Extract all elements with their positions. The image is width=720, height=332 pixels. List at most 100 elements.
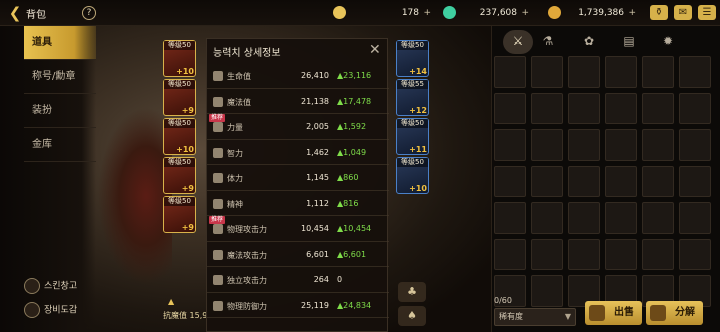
currency-gem-add-button[interactable]: +: [521, 5, 529, 21]
sidebar-tab-vault[interactable]: 金库: [24, 128, 96, 162]
inventory-slot[interactable]: [642, 56, 674, 88]
equip-slot[interactable]: 等级50 +10: [163, 118, 196, 155]
equip-slot[interactable]: 等级50 +14: [396, 40, 429, 77]
inventory-slot[interactable]: [605, 129, 637, 161]
inventory-slot[interactable]: [605, 202, 637, 234]
inventory-slot[interactable]: [679, 56, 711, 88]
inventory-slot[interactable]: [568, 238, 600, 270]
inventory-slot[interactable]: [679, 202, 711, 234]
close-icon[interactable]: ✕: [369, 42, 381, 58]
equip-slot[interactable]: 等级50 +11: [396, 118, 429, 155]
stat-name: 力量: [227, 123, 243, 132]
inventory-grid: [494, 56, 714, 307]
sidebar-tab-costume[interactable]: 装扮: [24, 94, 96, 128]
sidebar-tab-label: 道具: [32, 37, 52, 48]
sidebar-tab-titles[interactable]: 称号/勳章: [24, 60, 96, 94]
stat-row: 推荐 物理攻击力 10,454 ▲10,454: [207, 216, 389, 242]
sort-dropdown[interactable]: 稀有度 ▼: [494, 308, 576, 326]
chevron-down-icon: ▼: [564, 312, 571, 321]
slot-level: 等级50: [164, 80, 195, 89]
equip-slot[interactable]: 等级55 +12: [396, 79, 429, 116]
stat-name: 魔法攻击力: [227, 250, 267, 260]
stat-increase: ▲1,592: [337, 122, 367, 131]
inventory-slot[interactable]: [568, 56, 600, 88]
inventory-slot[interactable]: [605, 56, 637, 88]
sidebar-tab-label: 称号/勳章: [32, 71, 76, 82]
skin-storage-link[interactable]: 스킨창고: [24, 278, 77, 295]
stat-name: 精神: [227, 199, 243, 209]
inventory-slot[interactable]: [568, 202, 600, 234]
skin-storage-label: 스킨창고: [44, 281, 78, 292]
stat-value: 25,119: [301, 300, 329, 310]
inventory-slot[interactable]: [642, 238, 674, 270]
slot-enhance: +12: [409, 106, 427, 115]
treasure-pot-icon[interactable]: ⚱: [650, 5, 668, 20]
equip-slot[interactable]: 等级50 +9: [163, 196, 196, 233]
inventory-slot[interactable]: [531, 129, 563, 161]
stat-value: 10,454: [301, 224, 329, 233]
strength-icon: [213, 122, 223, 132]
inventory-slot[interactable]: [531, 238, 563, 270]
currency-gold-add-button[interactable]: +: [628, 5, 636, 21]
spirit-icon: [213, 198, 223, 209]
intelligence-icon: [213, 147, 223, 158]
sell-button[interactable]: 出售: [585, 301, 642, 325]
currency-c-add-button[interactable]: +: [423, 5, 431, 21]
inventory-slot[interactable]: [679, 92, 711, 124]
currency-gem-value: 237,608: [479, 8, 517, 18]
expand-up-icon[interactable]: ▲: [168, 297, 174, 306]
stat-name: 物理防御力: [227, 301, 267, 311]
cards-icon[interactable]: ▤: [620, 32, 638, 50]
green-gem-icon: [443, 6, 456, 19]
inventory-slot[interactable]: [642, 129, 674, 161]
equip-slot[interactable]: 等级50 +9: [163, 157, 196, 194]
sidebar-tab-items[interactable]: 道具: [24, 26, 96, 60]
inventory-slot[interactable]: [642, 202, 674, 234]
inventory-slot[interactable]: [531, 92, 563, 124]
stat-row: 魔法值 21,138 ▲17,478: [207, 90, 389, 114]
inventory-slot[interactable]: [531, 275, 563, 307]
inventory-slot[interactable]: [531, 202, 563, 234]
potion-icon[interactable]: ⚗: [539, 32, 557, 50]
inventory-slot[interactable]: [531, 165, 563, 197]
inventory-slot[interactable]: [568, 92, 600, 124]
inventory-slot[interactable]: [494, 165, 526, 197]
inventory-slot[interactable]: [494, 56, 526, 88]
inventory-slot[interactable]: [642, 165, 674, 197]
material-icon[interactable]: ✿: [580, 32, 598, 50]
help-icon[interactable]: ?: [82, 6, 96, 20]
inventory-slot[interactable]: [494, 129, 526, 161]
pet-icon[interactable]: ♣: [398, 282, 426, 302]
inventory-slot[interactable]: [605, 165, 637, 197]
inventory-slot[interactable]: [568, 165, 600, 197]
inventory-slot[interactable]: [679, 238, 711, 270]
disassemble-button[interactable]: 分解: [646, 301, 703, 325]
stat-row: 智力 1,462 ▲1,049: [207, 141, 389, 165]
inventory-slot[interactable]: [531, 56, 563, 88]
equipment-book-label: 장비도감: [44, 305, 78, 316]
inventory-slot[interactable]: [494, 202, 526, 234]
settings-grid-icon[interactable]: ☰: [698, 5, 716, 20]
slot-level: 等级50: [164, 197, 195, 206]
inventory-slot[interactable]: [605, 238, 637, 270]
gear-icon[interactable]: ✹: [659, 32, 677, 50]
back-arrow-icon[interactable]: ❮: [6, 4, 24, 22]
inventory-slot[interactable]: [679, 129, 711, 161]
physical-attack-icon: [213, 224, 223, 234]
mail-icon[interactable]: ✉: [674, 5, 692, 20]
stat-increase: ▲816: [337, 198, 359, 208]
equip-slot[interactable]: 等级50 +10: [396, 157, 429, 194]
currency-gold-value: 1,739,386: [578, 8, 624, 18]
equip-slot[interactable]: 等级50 +9: [163, 79, 196, 116]
equip-slot[interactable]: 等级50 +10: [163, 40, 196, 77]
equipment-book-link[interactable]: 장비도감: [24, 302, 77, 319]
inventory-slot[interactable]: [494, 92, 526, 124]
inventory-slot[interactable]: [679, 165, 711, 197]
inventory-slot[interactable]: [642, 92, 674, 124]
equipment-icon[interactable]: ⚔: [509, 32, 527, 50]
inventory-slot[interactable]: [494, 238, 526, 270]
inventory-slot[interactable]: [568, 129, 600, 161]
inventory-slot[interactable]: [605, 92, 637, 124]
slot-level: 等级55: [397, 80, 428, 89]
creature-icon[interactable]: ♠: [398, 306, 426, 326]
